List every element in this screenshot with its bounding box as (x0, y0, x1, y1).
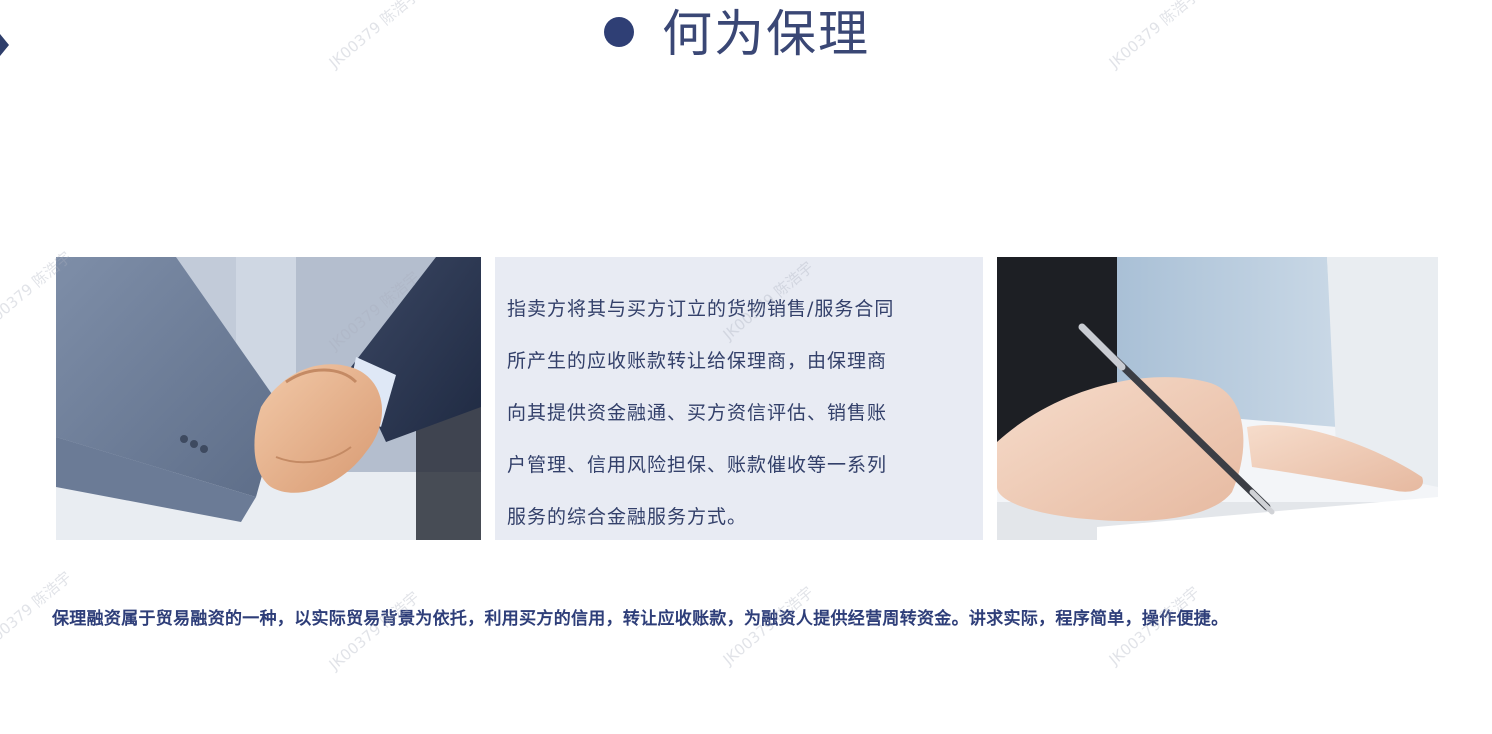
handshake-image (56, 257, 481, 540)
slide: 何为保理 指卖方将其与买方订立的货物销售/服务合同 所产生的应收账款转让给保理商… (0, 0, 1492, 734)
slide-title: 何为保理 (662, 5, 870, 63)
watermark: JK00379 陈浩宇 (1105, 0, 1203, 72)
definition-line: 向其提供资金融通、买方资信评估、销售账 (507, 402, 888, 424)
writing-hand-image (997, 257, 1438, 540)
slide-title-group: 何为保理 (604, 6, 870, 62)
definition-line: 指卖方将其与买方订立的货物销售/服务合同 (507, 298, 895, 320)
previous-arrow-icon[interactable] (0, 34, 9, 56)
handshake-illustration (56, 257, 481, 540)
definition-line: 服务的综合金融服务方式。 (507, 506, 748, 528)
writing-hand-illustration (997, 257, 1438, 540)
bullet-dot-icon (604, 17, 634, 47)
definition-card: 指卖方将其与买方订立的货物销售/服务合同 所产生的应收账款转让给保理商，由保理商… (495, 257, 983, 540)
definition-line: 所产生的应收账款转让给保理商，由保理商 (507, 350, 888, 372)
summary-text: 保理融资属于贸易融资的一种，以实际贸易背景为依托，利用买方的信用，转让应收账款，… (52, 609, 1229, 629)
watermark: JK00379 陈浩宇 (325, 588, 423, 674)
watermark: JK00379 陈浩宇 (325, 0, 423, 72)
definition-line: 户管理、信用风险担保、账款催收等一系列 (507, 454, 888, 476)
